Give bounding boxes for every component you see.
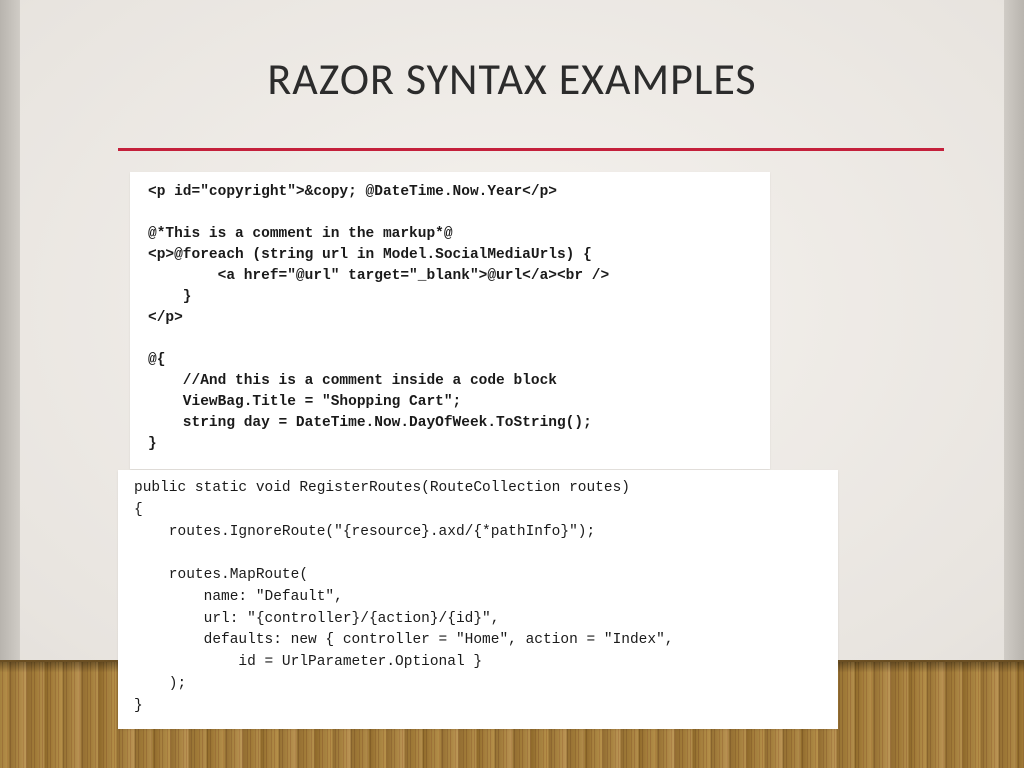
title-underline [118, 148, 944, 151]
presentation-slide: RAZOR SYNTAX EXAMPLES <p id="copyright">… [0, 0, 1024, 768]
slide-title: RAZOR SYNTAX EXAMPLES [0, 52, 1024, 106]
code-block-routes: public static void RegisterRoutes(RouteC… [118, 470, 838, 729]
code-block-razor: <p id="copyright">&copy; @DateTime.Now.Y… [130, 172, 770, 469]
